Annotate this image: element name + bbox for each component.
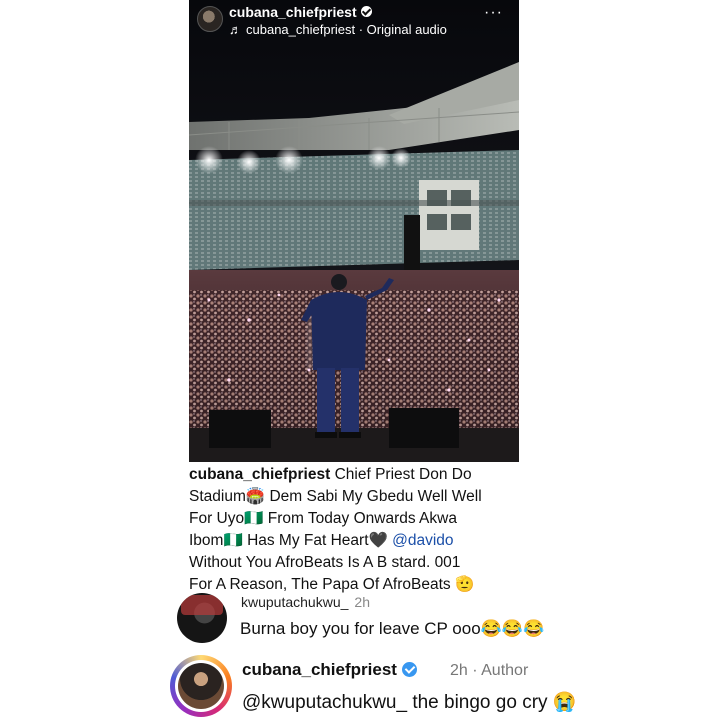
caption-text-1: Chief Priest Don Do [330,466,472,483]
reel-username-text: cubana_chiefpriest [229,4,357,20]
post-caption: cubana_chiefpriest Chief Priest Don Do S… [189,464,519,596]
music-note-icon: ♬ [229,22,242,37]
verified-badge-icon [360,6,372,17]
comment-username-text: kwuputachukwu_ [241,594,349,610]
reel-post[interactable]: cubana_chiefpriest ♬ cubana_chiefpriest ·… [189,0,519,462]
comment-avatar-kwuputachukwu[interactable] [177,593,227,643]
comment-time: 2h [354,594,370,610]
caption-line-1: cubana_chiefpriest Chief Priest Don Do [189,464,519,486]
reply-meta: 2h · Author [450,662,529,679]
mention-davido[interactable]: @davido [392,532,453,549]
caption-line-4: Ibom🇳🇬 Has My Fat Heart🖤 @davido [189,530,519,552]
reply-text: @kwuputachukwu_ the bingo go cry 😭 [242,692,577,713]
reel-header: cubana_chiefpriest ♬ cubana_chiefpriest ·… [189,0,519,44]
caption-line-3: For Uyo🇳🇬 From Today Onwards Akwa [189,510,457,527]
verified-badge-icon [401,662,417,677]
caption-username[interactable]: cubana_chiefpriest [189,466,330,483]
stadium-concert-photo [189,0,519,462]
caption-line-6: For A Reason, The Papa Of AfroBeats 🫡 [189,576,475,593]
audio-text: cubana_chiefpriest · Original audio [246,22,447,37]
comment-username[interactable]: kwuputachukwu_ 2h [241,594,370,610]
caption-text-4: Ibom🇳🇬 Has My Fat Heart🖤 [189,532,393,549]
reply-username[interactable]: cubana_chiefpriest [242,660,417,680]
reel-username[interactable]: cubana_chiefpriest [229,4,372,20]
caption-line-5: Without You AfroBeats Is A B stard. 001 [189,554,461,571]
reply-username-text: cubana_chiefpriest [242,660,397,679]
caption-line-2: Stadium🏟️ Dem Sabi My Gbedu Well Well [189,488,482,505]
more-options-icon[interactable]: ··· [484,4,503,22]
comment-text: Burna boy you for leave CP ooo😂😂😂 [240,619,545,638]
reel-audio-label[interactable]: ♬ cubana_chiefpriest · Original audio [229,22,447,37]
comment-avatar-cubana-chiefpriest[interactable] [175,660,227,712]
reel-avatar[interactable] [197,6,223,32]
